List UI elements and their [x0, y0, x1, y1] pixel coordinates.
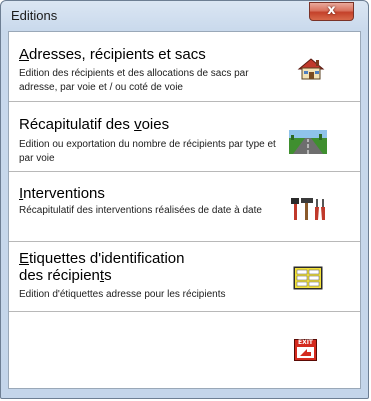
- menu-item-etiquettes[interactable]: Etiquettes d'identification des récipien…: [9, 242, 360, 312]
- window-title: Editions: [11, 8, 58, 23]
- heading-text: Récapitulatif des: [19, 116, 135, 133]
- close-button[interactable]: x: [309, 2, 354, 21]
- editions-window: Editions x Adresses, récipients et sacs …: [0, 0, 369, 399]
- menu-item-heading: Récapitulatif des voies: [19, 116, 289, 133]
- heading-accelerator: E: [19, 250, 30, 267]
- menu-item-adresses[interactable]: Adresses, récipients et sacs Edition des…: [9, 32, 360, 102]
- menu-item-description: Récapitulatif des interventions réalisée…: [19, 205, 262, 216]
- heading-text-end: s: [104, 267, 112, 284]
- road-icon: [289, 130, 327, 154]
- menu-item-heading: Interventions: [19, 185, 289, 202]
- labels-icon: [293, 266, 323, 290]
- heading-text: des récipien: [19, 267, 100, 284]
- heading-text: nterventions: [23, 185, 105, 202]
- menu-item-heading: Etiquettes d'identification: [19, 250, 289, 267]
- menu-item-description: Edition ou exportation du nombre de réci…: [19, 139, 276, 164]
- exit-area: EXIT: [9, 314, 360, 388]
- heading-text: tiquettes d'identification: [29, 250, 185, 267]
- house-icon: [297, 58, 325, 80]
- menu-item-voies[interactable]: Récapitulatif des voies Edition ou expor…: [9, 102, 360, 172]
- close-icon: x: [327, 3, 336, 18]
- title-bar: Editions x: [1, 1, 368, 31]
- heading-text: dresses, récipients et sacs: [29, 46, 206, 63]
- menu-panel: Adresses, récipients et sacs Edition des…: [8, 31, 361, 389]
- heading-accelerator: A: [19, 46, 30, 63]
- menu-item-interventions[interactable]: Interventions Récapitulatif des interven…: [9, 172, 360, 242]
- tools-icon: [291, 198, 325, 220]
- exit-button[interactable]: EXIT: [294, 339, 317, 361]
- exit-label: EXIT: [297, 339, 314, 346]
- menu-item-description: Edition d'étiquettes adresse pour les ré…: [19, 289, 226, 300]
- heading-text-end: oies: [141, 116, 170, 133]
- heading-accelerator: v: [134, 116, 142, 133]
- menu-item-heading: Adresses, récipients et sacs: [19, 46, 289, 63]
- menu-item-description: Edition des récipients et des allocation…: [19, 68, 249, 93]
- menu-item-heading-line2: des récipients: [19, 267, 289, 284]
